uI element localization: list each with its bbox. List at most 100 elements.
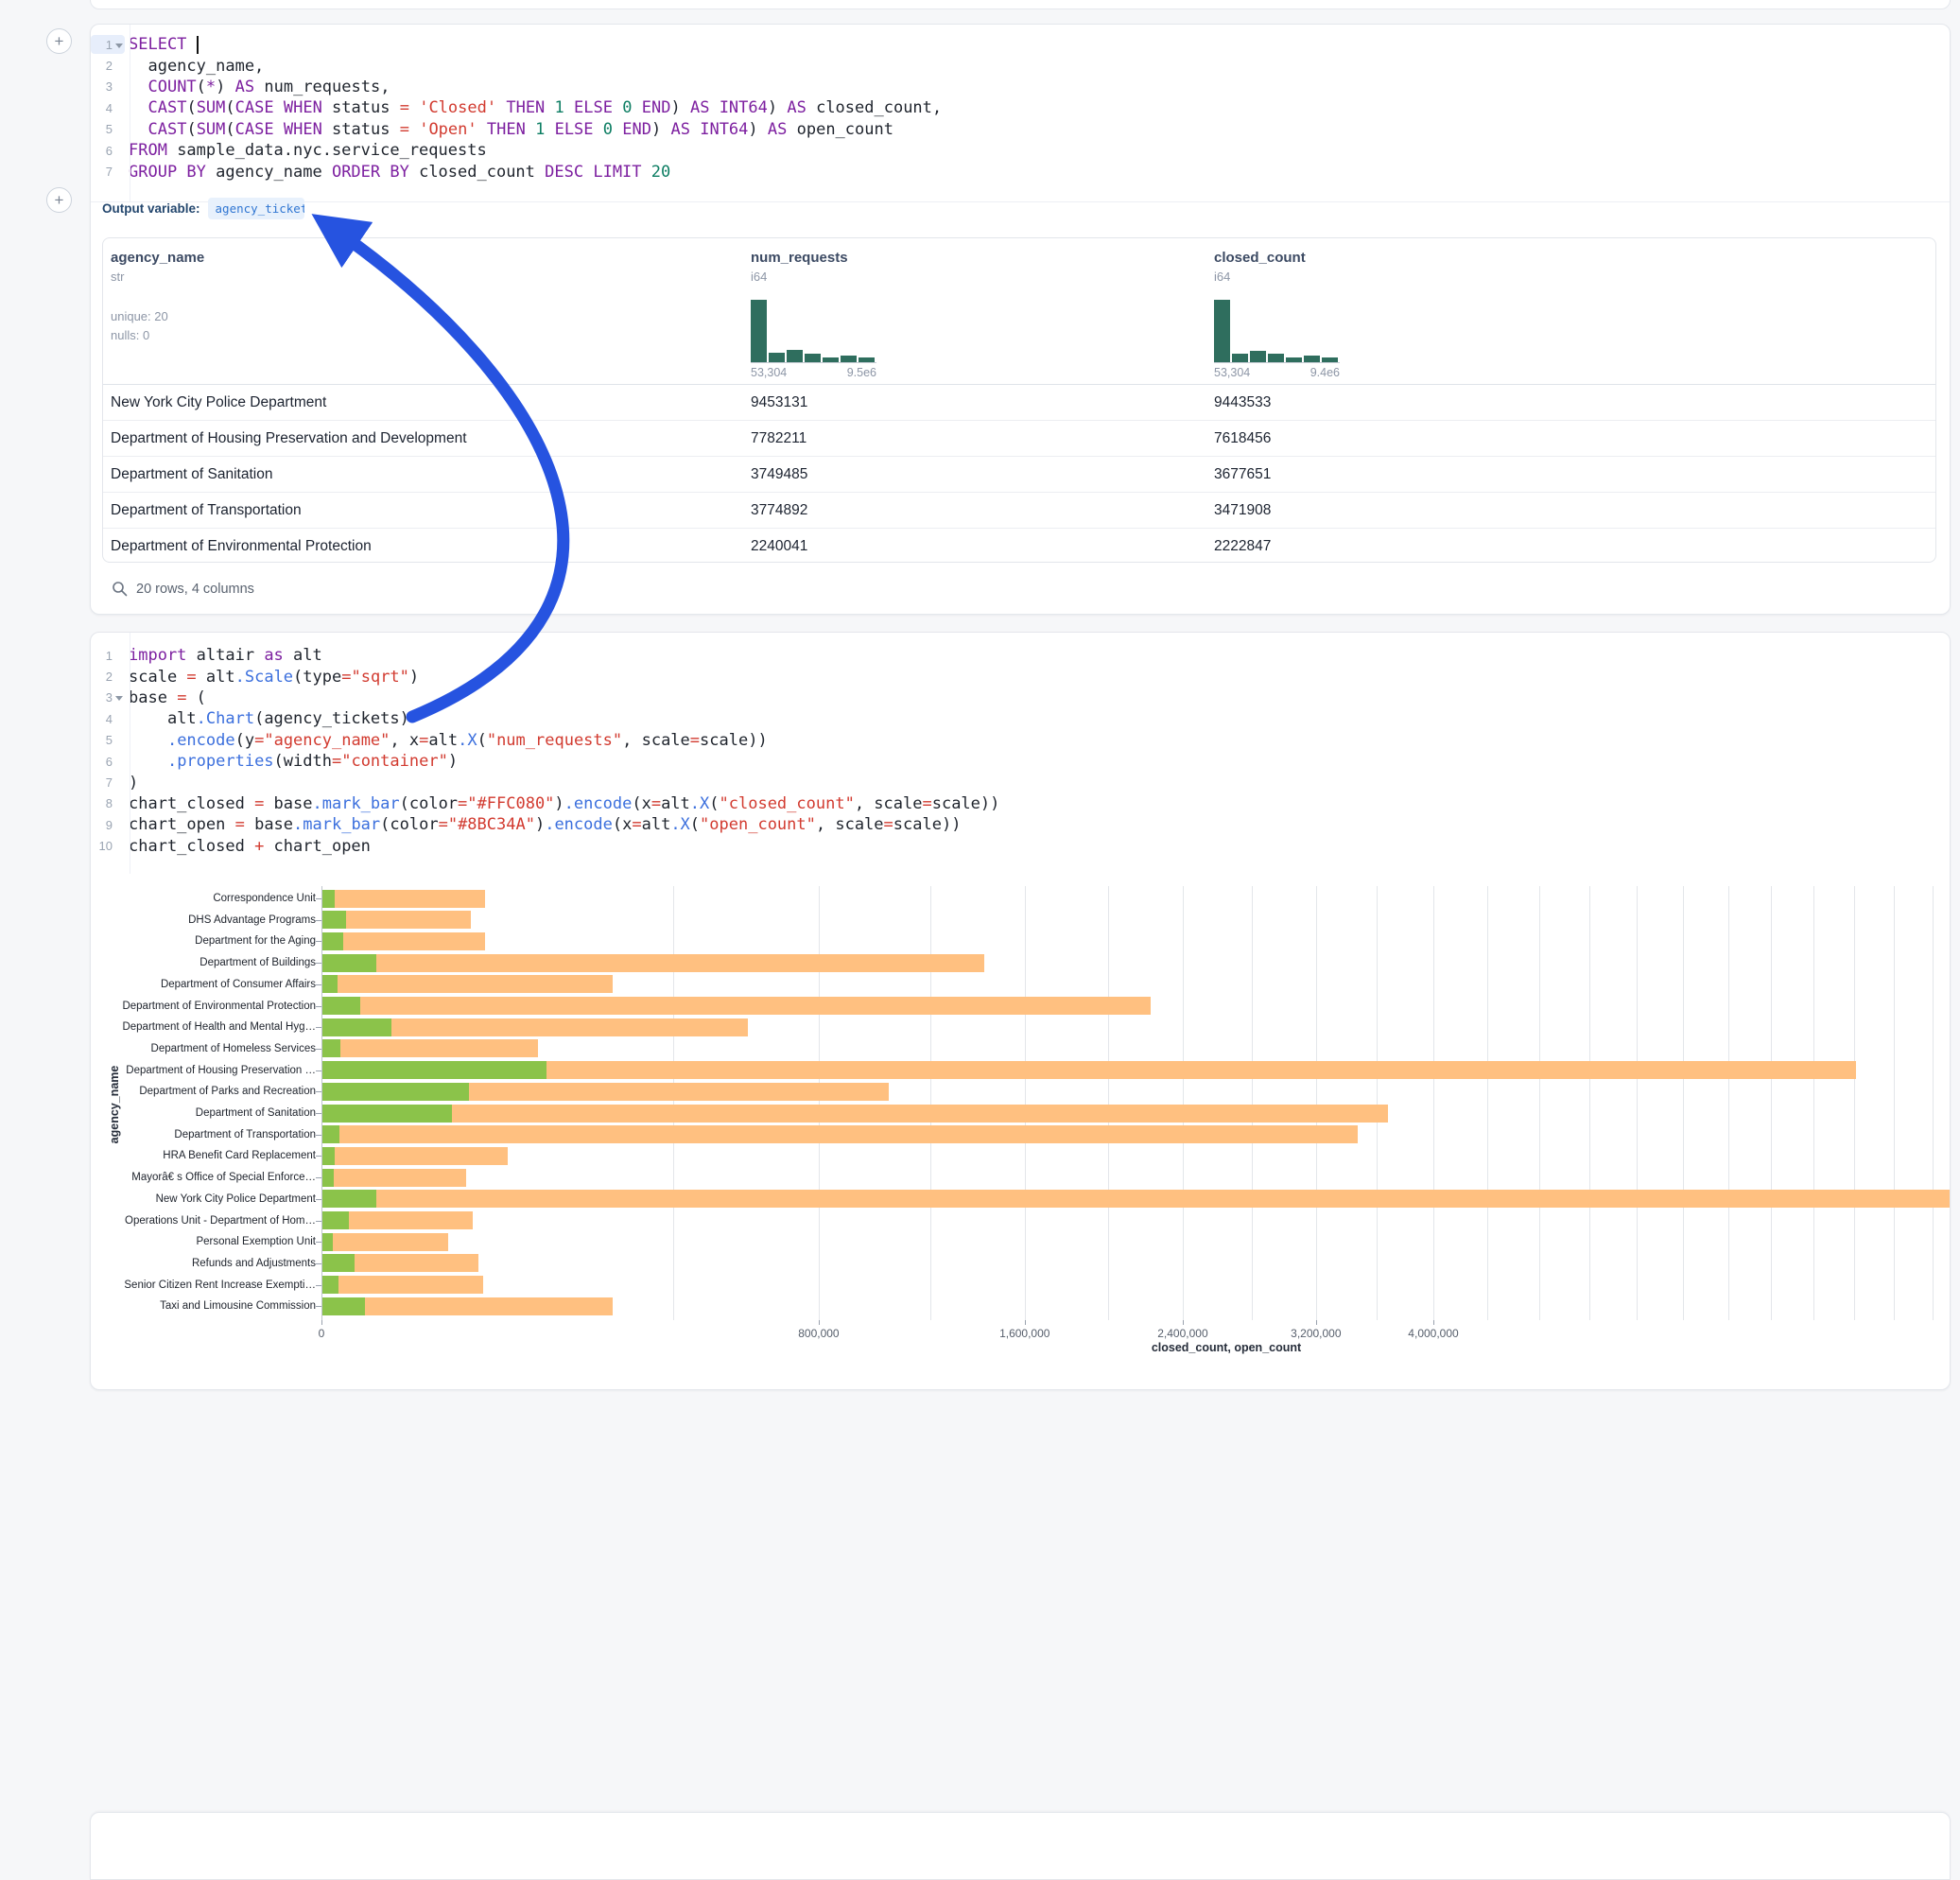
code-token: .properties: [167, 752, 274, 771]
code-token: CAST: [147, 98, 186, 117]
line-number: 2: [91, 668, 125, 687]
line-number-text: 1: [106, 38, 113, 52]
code-token: AS: [670, 120, 689, 139]
fold-caret-icon[interactable]: [113, 39, 125, 51]
code-token: closed_count: [409, 163, 545, 182]
column-name: closed_count: [1214, 250, 1340, 266]
code-token: ORDER BY: [332, 163, 409, 182]
output-variable-chip[interactable]: agency_tickets: [208, 198, 304, 219]
table-cell-closed_count: 7618456: [1214, 430, 1271, 447]
code-text: chart_open = base.mark_bar(color="#8BC34…: [129, 815, 961, 834]
y-axis-tick: [316, 1306, 321, 1307]
code-token: 1: [535, 120, 545, 139]
gridline: [1539, 886, 1540, 1320]
table-cell-closed_count: 3677651: [1214, 466, 1271, 483]
chart-bar-closed_count: [321, 1297, 613, 1315]
add-cell-button[interactable]: +: [46, 28, 72, 54]
chart-bar-open_count: [321, 1297, 365, 1315]
table-footer: 20 rows, 4 columns: [112, 581, 254, 597]
y-axis-label: Refunds and Adjustments: [192, 1258, 316, 1269]
fold-caret-icon[interactable]: [113, 691, 125, 704]
gridline: [1252, 886, 1253, 1320]
table-cell-num_requests: 7782211: [751, 430, 807, 447]
code-token: .encode: [545, 815, 613, 834]
code-token: .mark_bar: [293, 815, 380, 834]
chart-bar-closed_count: [321, 890, 485, 908]
line-number: 5: [91, 120, 125, 139]
code-line: 9chart_open = base.mark_bar(color="#8BC3…: [91, 814, 1950, 835]
code-token: alt: [428, 731, 458, 750]
code-token: (: [186, 688, 205, 707]
code-token: base: [129, 688, 177, 707]
search-icon[interactable]: [112, 581, 128, 597]
chart-bar-open_count: [321, 1169, 334, 1187]
code-token: alt: [129, 709, 197, 728]
code-token: WHEN: [284, 120, 322, 139]
code-token: [186, 35, 196, 54]
code-token: =: [341, 668, 351, 687]
column-histogram: 53,3049.5e6: [751, 300, 876, 379]
add-cell-button[interactable]: +: [46, 187, 72, 213]
code-token: "num_requests": [487, 731, 622, 750]
code-token: ELSE: [555, 120, 594, 139]
histogram-bar: [823, 357, 839, 362]
sql-code-editor[interactable]: 1SELECT 2 agency_name,3 COUNT(*) AS num_…: [91, 25, 1950, 202]
code-line: 8chart_closed = base.mark_bar(color="#FF…: [91, 793, 1950, 814]
table-cell-agency_name: Department of Transportation: [111, 502, 302, 519]
histogram-bars: [751, 300, 876, 363]
y-axis-tick: [316, 941, 321, 942]
chart-bar-closed_count: [321, 1018, 748, 1036]
table-cell-agency_name: New York City Police Department: [111, 394, 326, 411]
histogram-axis: 53,3049.4e6: [1214, 366, 1340, 379]
python-code-editor[interactable]: 1import altair as alt2scale = alt.Scale(…: [91, 633, 1950, 874]
y-axis-label: Department of Homeless Services: [151, 1043, 316, 1054]
code-token: =: [651, 794, 661, 813]
line-number-text: 5: [106, 122, 113, 136]
code-text: FROM sample_data.nyc.service_requests: [129, 141, 487, 160]
line-number: 7: [91, 163, 125, 182]
results-table[interactable]: agency_namestrunique: 20nulls: 0num_requ…: [102, 237, 1936, 563]
line-number: 4: [91, 709, 125, 728]
y-axis-label: Operations Unit - Department of Hom…: [125, 1215, 316, 1227]
fold-caret-spacer: [113, 840, 125, 852]
x-axis-tick: [321, 1320, 322, 1325]
code-token: ): [748, 120, 767, 139]
code-token: .X: [458, 731, 477, 750]
table-row: Department of Sanitation37494853677651: [103, 457, 1935, 493]
y-axis-tick: [316, 1242, 321, 1243]
fold-caret-spacer: [113, 713, 125, 725]
code-token: "#8BC34A": [448, 815, 535, 834]
fold-caret-spacer: [113, 756, 125, 768]
code-line: 4 alt.Chart(agency_tickets): [91, 708, 1950, 729]
column-meta: nulls: 0: [111, 328, 204, 342]
code-token: COUNT: [147, 78, 196, 96]
line-number-text: 8: [106, 796, 113, 810]
chart-bar-open_count: [321, 975, 338, 993]
table-row-count: 20 rows, 4 columns: [136, 582, 254, 597]
code-token: END: [642, 98, 671, 117]
code-token: SUM: [197, 120, 226, 139]
chart-bar-closed_count: [321, 1211, 473, 1229]
code-token: AS: [690, 98, 709, 117]
table-header: agency_namestrunique: 20nulls: 0num_requ…: [103, 238, 1935, 385]
code-token: alt: [197, 668, 235, 687]
x-axis-tick-label: 3,200,000: [1291, 1327, 1341, 1340]
chart-bar-closed_count: [321, 954, 984, 972]
column-header: closed_counti6453,3049.4e6: [1214, 250, 1340, 379]
gridline: [1316, 886, 1317, 1320]
y-axis-label: HRA Benefit Card Replacement: [163, 1150, 316, 1161]
column-header: agency_namestrunique: 20nulls: 0: [111, 250, 204, 342]
code-text: COUNT(*) AS num_requests,: [129, 78, 390, 96]
fold-caret-spacer: [113, 123, 125, 135]
code-token: 0: [603, 120, 613, 139]
code-token: (: [197, 78, 206, 96]
code-token: =: [235, 815, 245, 834]
line-number: 10: [91, 837, 125, 856]
x-axis-tick-label: 2,400,000: [1157, 1327, 1207, 1340]
y-axis-label: Department of Housing Preservation …: [126, 1065, 316, 1076]
code-line: 7GROUP BY agency_name ORDER BY closed_co…: [91, 161, 1950, 182]
code-text: import altair as alt: [129, 646, 322, 665]
line-number-text: 4: [106, 101, 113, 115]
histogram-bar: [1232, 354, 1248, 362]
code-token: (y: [235, 731, 254, 750]
